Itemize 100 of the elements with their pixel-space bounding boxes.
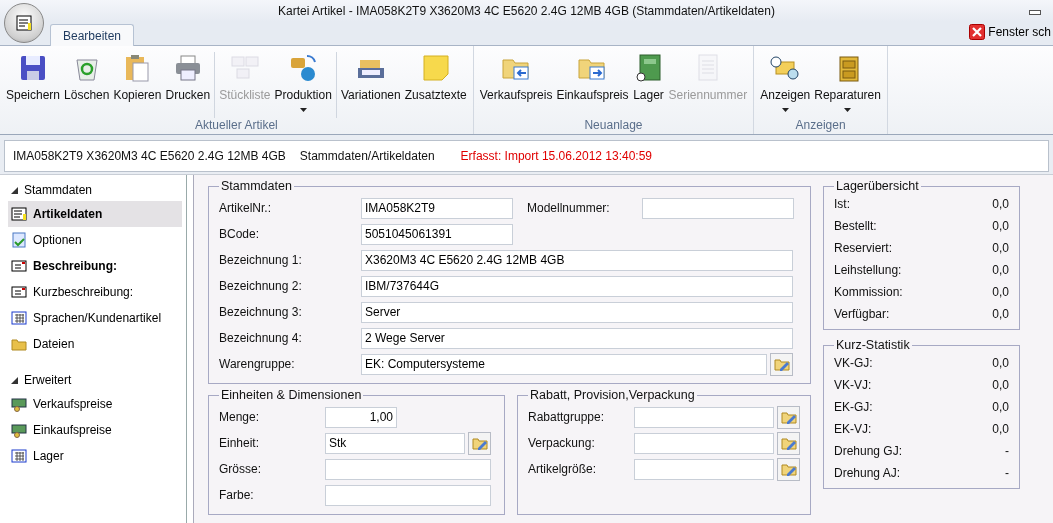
close-window-button[interactable]: Fenster sch <box>967 24 1053 40</box>
sidebar-item[interactable]: Beschreibung: <box>8 253 182 279</box>
text-field[interactable]: IBM/737644G <box>361 275 793 297</box>
group-title: Stammdaten <box>220 179 293 193</box>
folder-pencil-icon <box>773 356 790 372</box>
field-label: Bezeichnung 1: <box>219 253 303 267</box>
stat-label: Drehung AJ: <box>834 466 901 480</box>
lookup-button[interactable] <box>777 457 800 481</box>
text-field[interactable]: Server <box>361 301 793 323</box>
sidebar-item[interactable]: Dateien <box>8 331 182 357</box>
field-label: BCode: <box>219 227 261 241</box>
text-field[interactable]: X3620M3 4C E5620 2.4G 12MB 4GB <box>361 249 793 271</box>
ribbon-tab[interactable]: Bearbeiten <box>50 24 135 46</box>
stat-value: 0,0 <box>992 422 1009 436</box>
text-field[interactable]: EK: Computersysteme <box>361 353 767 375</box>
close-icon <box>969 24 986 40</box>
sidebar-item[interactable]: Optionen <box>8 227 182 253</box>
ribbon-button[interactable]: Verkaufspreis <box>477 52 555 116</box>
expanded-triangle-icon <box>10 376 18 384</box>
text-field[interactable]: 5051045061391 <box>361 223 513 245</box>
stat-label: Leihstellung: <box>834 263 902 277</box>
grid-table-icon <box>11 310 27 326</box>
sidebar-item[interactable]: Lager <box>8 443 182 469</box>
stat-value: 0,0 <box>992 197 1009 211</box>
text-field[interactable]: 1,00 <box>325 406 397 428</box>
ribbon-button[interactable]: Einkaufspreis <box>554 52 631 116</box>
sidebar-item[interactable]: Verkaufspreise <box>8 391 182 417</box>
form-icon <box>15 14 33 32</box>
field-label: Menge: <box>219 410 261 424</box>
ribbon-button[interactable]: Produktion <box>272 52 334 116</box>
stat-value: - <box>1005 466 1009 480</box>
window-title: Kartei Artikel - IMA058K2T9 X3620M3 4C E5620 2.4G 12MB 4GB (Stammdaten/Artikeldaten) <box>277 4 776 18</box>
stat-value: 0,0 <box>992 285 1009 299</box>
text-card-icon <box>11 284 27 300</box>
field-label: Bezeichnung 2: <box>219 279 303 293</box>
ribbon-button[interactable]: Speichern <box>4 52 63 116</box>
ribbon-button[interactable]: Löschen <box>62 52 112 116</box>
field-label: Verpackung: <box>528 436 596 450</box>
money-coins-icon <box>11 422 27 438</box>
stat-value: 0,0 <box>992 400 1009 414</box>
stat-value: 0,0 <box>992 219 1009 233</box>
folder-icon <box>11 336 27 352</box>
stat-value: 0,0 <box>992 241 1009 255</box>
stat-value: - <box>1005 444 1009 458</box>
text-field[interactable] <box>634 458 774 480</box>
ribbon-button[interactable]: Lager <box>630 52 667 116</box>
created-timestamp: Erfasst: Import 15.06.2012 13:40:59 <box>460 149 653 163</box>
sidebar-item[interactable]: Kurzbeschreibung: <box>8 279 182 305</box>
stat-label: Kommission: <box>834 285 903 299</box>
ribbon-button[interactable]: Kopieren <box>111 52 164 116</box>
folder-pencil-icon <box>780 461 797 477</box>
scrollbar-track[interactable] <box>187 175 194 523</box>
grid-table-icon <box>11 448 27 464</box>
stat-label: Ist: <box>834 197 850 211</box>
sidebar-item[interactable]: Artikeldaten <box>8 201 182 227</box>
group-title: Einheiten & Dimensionen <box>220 388 363 402</box>
lookup-button[interactable] <box>468 431 491 455</box>
form-icon <box>11 206 27 222</box>
stat-label: VK-GJ: <box>834 356 873 370</box>
folder-pencil-icon <box>471 435 488 451</box>
field-label: Grösse: <box>219 462 262 476</box>
stat-label: VK-VJ: <box>834 378 872 392</box>
minimize-icon[interactable] <box>1029 10 1041 15</box>
stat-label: Reserviert: <box>834 241 892 255</box>
stat-value: 0,0 <box>992 263 1009 277</box>
text-field[interactable] <box>325 458 491 480</box>
ribbon-button[interactable]: Drucken <box>163 52 213 116</box>
lookup-button[interactable] <box>777 431 800 455</box>
sidebar-item[interactable]: Einkaufspreise <box>8 417 182 443</box>
ribbon-button[interactable]: Zusatztexte <box>402 52 469 116</box>
stat-value: 0,0 <box>992 378 1009 392</box>
breadcrumb-path: Stammdaten/Artikeldaten <box>299 149 435 163</box>
lookup-button[interactable] <box>770 352 793 376</box>
text-field[interactable]: 2 Wege Server <box>361 327 793 349</box>
folder-pencil-icon <box>780 435 797 451</box>
section-header[interactable]: Stammdaten <box>0 179 103 201</box>
text-field[interactable] <box>642 197 794 219</box>
checked-list-icon <box>11 232 27 248</box>
ribbon-group-title: Neuanlage <box>584 118 643 134</box>
application-menu-button[interactable] <box>4 3 44 43</box>
text-field[interactable] <box>634 406 774 428</box>
ribbon-button[interactable]: Anzeigen <box>758 52 813 116</box>
field-label: Bezeichnung 4: <box>219 331 303 345</box>
ribbon-button[interactable]: Reparaturen <box>812 52 883 116</box>
sidebar-item[interactable]: Sprachen/Kundenartikel <box>8 305 182 331</box>
stat-value: 0,0 <box>992 307 1009 321</box>
text-field[interactable] <box>325 484 491 506</box>
section-header[interactable]: Erweitert <box>0 369 82 391</box>
ribbon-button[interactable]: Variationen <box>338 52 403 116</box>
text-field[interactable]: Stk <box>325 432 465 454</box>
money-coins-icon <box>11 396 27 412</box>
group-title: Kurz-Statistik <box>835 338 911 352</box>
ribbon-group-title: Aktueller Artikel <box>195 118 278 134</box>
text-field[interactable] <box>634 432 774 454</box>
expanded-triangle-icon <box>10 186 18 194</box>
text-field[interactable]: IMA058K2T9 <box>361 197 513 219</box>
lookup-button[interactable] <box>777 405 800 429</box>
field-label: ArtikelNr.: <box>219 201 272 215</box>
stat-label: Verfügbar: <box>834 307 890 321</box>
field-label: Warengruppe: <box>219 357 296 371</box>
